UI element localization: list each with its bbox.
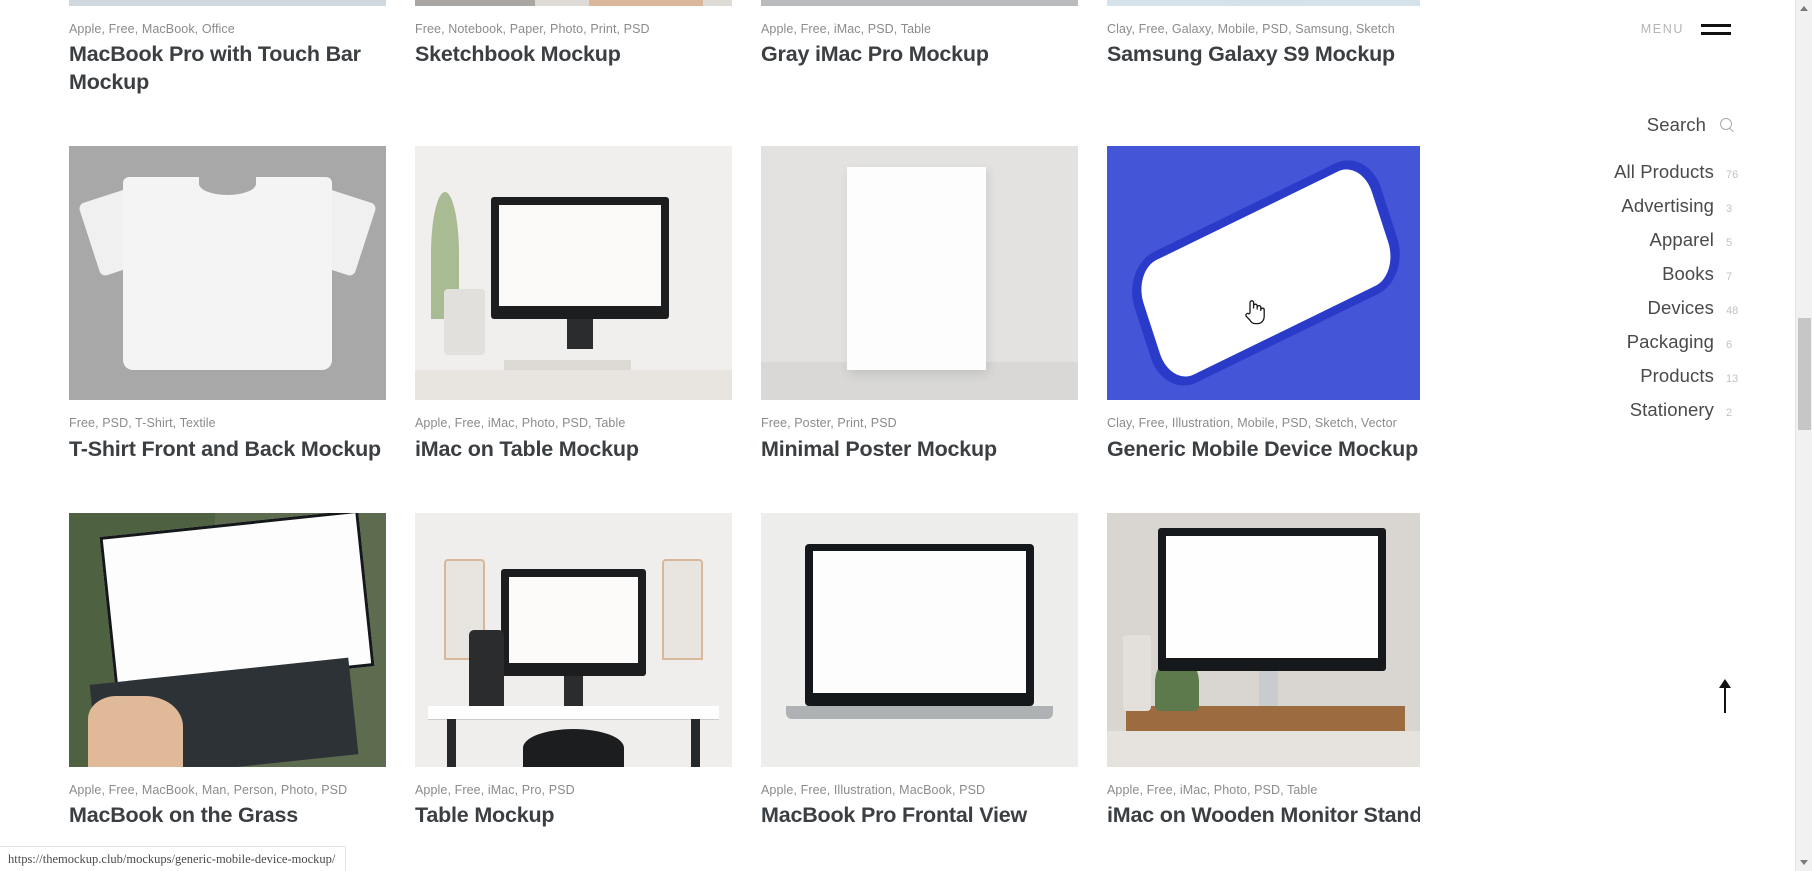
sidebar-item-stationery[interactable]: Stationery 2 xyxy=(1442,393,1742,427)
browser-page: Apple, Free, MacBook, Office MacBook Pro… xyxy=(0,0,1812,871)
product-thumbnail[interactable] xyxy=(761,0,1078,6)
category-count: 48 xyxy=(1726,305,1739,317)
category-label: All Products xyxy=(1614,161,1714,182)
product-title[interactable]: iMac on Wooden Monitor Stand xyxy=(1107,802,1424,830)
product-title[interactable]: Generic Mobile Device Mockup xyxy=(1107,436,1424,464)
product-title[interactable]: Table Mockup xyxy=(415,802,732,830)
product-title[interactable]: MacBook on the Grass xyxy=(69,802,386,830)
menu-toggle[interactable]: MENU xyxy=(1641,22,1731,36)
category-label: Packaging xyxy=(1626,331,1714,352)
product-title[interactable]: MacBook Pro Frontal View xyxy=(761,802,1078,830)
product-row: Apple, Free, MacBook, Office MacBook Pro… xyxy=(69,0,1454,146)
product-grid: Apple, Free, MacBook, Office MacBook Pro… xyxy=(69,0,1454,871)
product-tags: Free, Notebook, Paper, Photo, Print, PSD xyxy=(415,22,650,36)
product-title[interactable]: Samsung Galaxy S9 Mockup xyxy=(1107,41,1424,69)
product-thumbnail[interactable] xyxy=(69,513,386,768)
product-tags: Apple, Free, iMac, Photo, PSD, Table xyxy=(1107,783,1318,798)
product-title[interactable]: Sketchbook Mockup xyxy=(415,41,732,69)
page-viewport: Apple, Free, MacBook, Office MacBook Pro… xyxy=(0,0,1795,871)
product-card[interactable]: Free, Notebook, Paper, Photo, Print, PSD… xyxy=(415,0,761,96)
product-tags: Apple, Free, iMac, Photo, PSD, Table xyxy=(415,416,626,431)
category-label: Stationery xyxy=(1629,399,1714,420)
sidebar-item-advertising[interactable]: Advertising 3 xyxy=(1442,189,1742,223)
product-card[interactable]: Apple, Free, MacBook, Man, Person, Photo… xyxy=(69,513,415,830)
product-tags: Free, PSD, T-Shirt, Textile xyxy=(69,416,216,431)
product-card[interactable]: Apple, Free, iMac, Photo, PSD, Table iMa… xyxy=(415,146,761,463)
category-count: 2 xyxy=(1726,407,1733,419)
product-tags: Free, Poster, Print, PSD xyxy=(761,416,897,431)
category-count: 76 xyxy=(1726,169,1739,181)
product-title[interactable]: MacBook Pro with Touch Bar Mockup xyxy=(69,41,386,96)
product-tags: Apple, Free, MacBook, Office xyxy=(69,22,235,36)
product-title[interactable]: Gray iMac Pro Mockup xyxy=(761,41,1078,69)
product-card[interactable]: Clay, Free, Illustration, Mobile, PSD, S… xyxy=(1107,146,1453,463)
product-card[interactable]: Apple, Free, Illustration, MacBook, PSD … xyxy=(761,513,1107,830)
right-sidebar: MENU Search All Products 76 Advertising … xyxy=(1420,0,1778,871)
sidebar-item-all-products[interactable]: All Products 76 xyxy=(1442,155,1742,189)
product-card[interactable]: Apple, Free, iMac, PSD, Table Gray iMac … xyxy=(761,0,1107,96)
product-card[interactable]: Clay, Free, Galaxy, Mobile, PSD, Samsung… xyxy=(1107,0,1453,96)
sidebar-item-products[interactable]: Products 13 xyxy=(1442,359,1742,393)
product-thumbnail[interactable] xyxy=(69,0,386,6)
product-card[interactable]: Apple, Free, MacBook, Office MacBook Pro… xyxy=(69,0,415,96)
product-card[interactable]: Free, Poster, Print, PSD Minimal Poster … xyxy=(761,146,1107,463)
product-card[interactable]: Free, PSD, T-Shirt, Textile T-Shirt Fron… xyxy=(69,146,415,463)
menu-label: MENU xyxy=(1640,22,1684,36)
search-icon[interactable] xyxy=(1720,117,1735,133)
scroll-up-arrow-icon[interactable] xyxy=(1796,0,1812,17)
product-tags: Apple, Free, iMac, Pro, PSD xyxy=(415,783,575,798)
sidebar-item-books[interactable]: Books 7 xyxy=(1442,257,1742,291)
sidebar-item-apparel[interactable]: Apparel 5 xyxy=(1442,223,1742,257)
product-tags: Apple, Free, iMac, PSD, Table xyxy=(761,22,932,36)
hamburger-icon[interactable] xyxy=(1701,23,1731,35)
product-thumbnail[interactable] xyxy=(761,513,1078,768)
product-tags: Clay, Free, Illustration, Mobile, PSD, S… xyxy=(1107,416,1397,431)
category-label: Products xyxy=(1640,365,1714,386)
product-thumbnail[interactable] xyxy=(761,146,1078,401)
product-thumbnail[interactable] xyxy=(1107,513,1424,768)
category-count: 13 xyxy=(1726,373,1739,385)
product-thumbnail[interactable] xyxy=(415,146,732,401)
search-input[interactable]: Search xyxy=(1647,114,1735,136)
product-thumbnail[interactable] xyxy=(415,513,732,768)
product-card[interactable]: Apple, Free, iMac, Pro, PSD Table Mockup xyxy=(415,513,761,830)
category-count: 3 xyxy=(1726,203,1733,215)
product-thumbnail[interactable] xyxy=(1107,146,1424,401)
product-title[interactable]: Minimal Poster Mockup xyxy=(761,436,1078,464)
category-label: Devices xyxy=(1647,297,1714,318)
product-thumbnail[interactable] xyxy=(69,146,386,401)
category-list: All Products 76 Advertising 3 Apparel 5 … xyxy=(1442,155,1742,427)
vertical-scrollbar[interactable] xyxy=(1795,0,1812,871)
product-tags: Apple, Free, MacBook, Man, Person, Photo… xyxy=(69,783,348,798)
product-tags: Apple, Free, Illustration, MacBook, PSD xyxy=(761,783,986,798)
product-card[interactable]: Apple, Free, iMac, Photo, PSD, Table iMa… xyxy=(1107,513,1453,830)
status-bar-url: https://themockup.club/mockups/generic-m… xyxy=(0,846,347,871)
product-thumbnail[interactable] xyxy=(415,0,732,6)
category-count: 5 xyxy=(1726,237,1733,249)
scroll-down-arrow-icon[interactable] xyxy=(1796,854,1812,871)
sidebar-item-devices[interactable]: Devices 48 xyxy=(1442,291,1742,325)
category-count: 7 xyxy=(1726,271,1733,283)
scrollbar-thumb[interactable] xyxy=(1798,318,1811,430)
product-title[interactable]: iMac on Table Mockup xyxy=(415,436,732,464)
category-count: 6 xyxy=(1726,339,1733,351)
product-thumbnail[interactable] xyxy=(1107,0,1424,6)
product-row: Apple, Free, MacBook, Man, Person, Photo… xyxy=(69,513,1454,871)
product-row: Free, PSD, T-Shirt, Textile T-Shirt Fron… xyxy=(69,146,1454,513)
product-title[interactable]: T-Shirt Front and Back Mockup xyxy=(69,436,386,464)
arrow-up-icon[interactable] xyxy=(1714,679,1736,713)
category-label: Advertising xyxy=(1621,195,1714,216)
sidebar-item-packaging[interactable]: Packaging 6 xyxy=(1442,325,1742,359)
product-tags: Clay, Free, Galaxy, Mobile, PSD, Samsung… xyxy=(1107,22,1395,36)
category-label: Books xyxy=(1662,263,1714,284)
category-label: Apparel xyxy=(1649,229,1714,250)
search-label: Search xyxy=(1646,114,1706,135)
